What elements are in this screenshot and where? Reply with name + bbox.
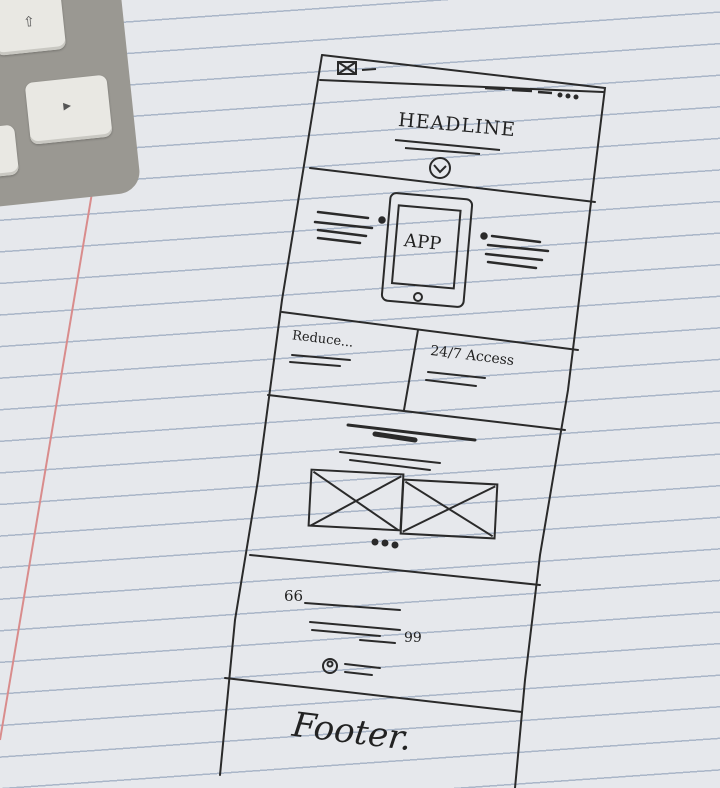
hero-divider	[309, 167, 596, 203]
carousel-section-divider	[249, 554, 541, 586]
quote-close-mark: 99	[404, 630, 422, 646]
phone-frame-outline	[321, 54, 607, 788]
carousel-dot-2	[381, 539, 389, 547]
wireframe-sketch	[219, 54, 607, 788]
header-divider	[319, 79, 604, 93]
chevron-down-circle-icon	[429, 157, 451, 179]
header-brand-line	[361, 68, 377, 71]
quote-open-mark: 66	[284, 587, 304, 605]
carousel-dot-1	[371, 538, 379, 546]
feature-column-divider	[403, 329, 419, 411]
quote-line-2	[309, 621, 401, 644]
carousel-dot-3	[391, 541, 399, 549]
phone-home-button	[413, 292, 423, 302]
app-left-text-lines	[313, 210, 374, 245]
avatar-name-lines	[344, 663, 381, 676]
testimonial-section-divider	[224, 677, 523, 713]
carousel-subtext-lines	[339, 451, 441, 471]
quote-line-1	[304, 602, 401, 611]
feature-section-divider	[267, 394, 566, 431]
app-right-text-lines	[484, 234, 550, 270]
app-label: APP	[403, 230, 443, 255]
